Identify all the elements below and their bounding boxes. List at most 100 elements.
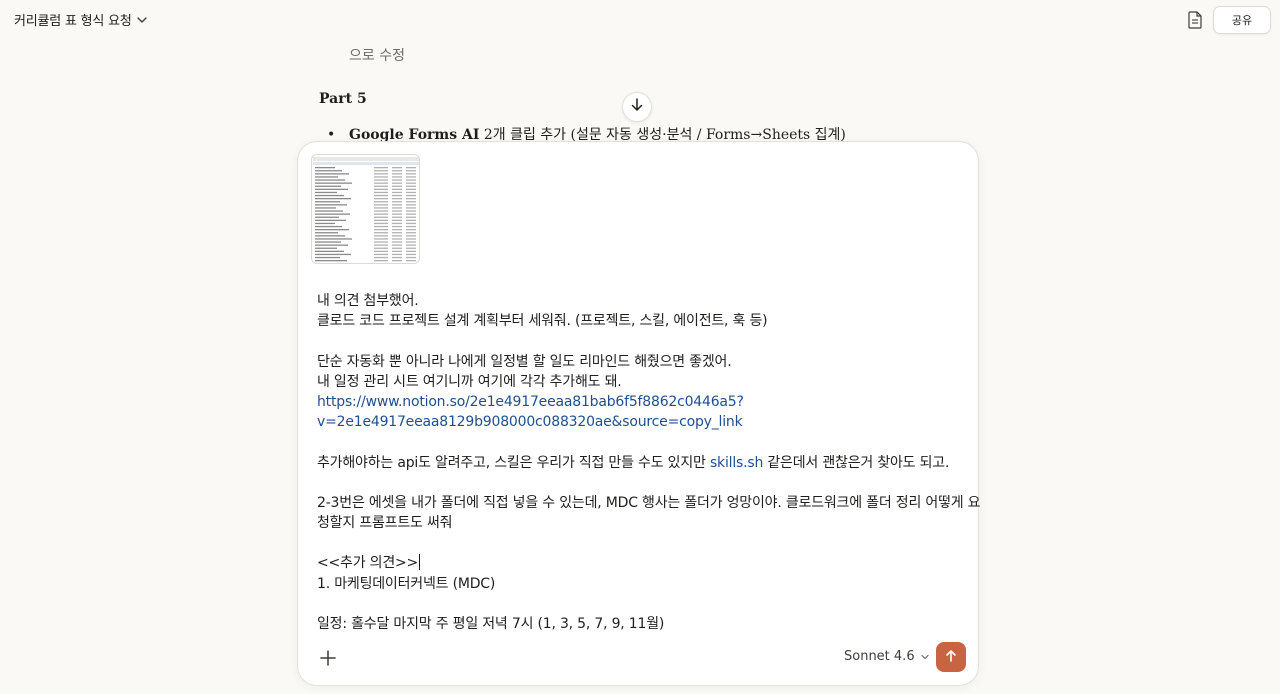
thumbnail-row-mark [406, 188, 416, 190]
scroll-to-bottom-button[interactable] [622, 92, 652, 122]
thumbnail-row-mark [406, 191, 416, 194]
message-line: 클로드 코드 프로젝트 설계 계획부터 세워줘. (프로젝트, 스킬, 에이전트… [317, 313, 768, 330]
thumbnail-row-mark [374, 173, 388, 175]
model-label: Sonnet 4.6 [844, 649, 915, 664]
thumbnail-row-mark [392, 198, 402, 200]
thumbnail-row-mark [315, 260, 347, 262]
thumbnail-row-mark [406, 250, 416, 252]
thumbnail-row-mark [374, 260, 388, 262]
thumbnail-row-mark [406, 213, 416, 215]
send-button[interactable] [936, 642, 966, 672]
thumbnail-row-mark [315, 213, 350, 215]
thumbnail-row-mark [374, 238, 388, 240]
thumbnail-row-mark [315, 232, 338, 234]
thumbnail-row-mark [392, 238, 402, 240]
thumbnail-row-mark [406, 182, 416, 184]
chevron-down-icon [920, 654, 929, 659]
thumbnail-row-mark [392, 201, 402, 203]
thumbnail-row-mark [406, 244, 416, 246]
thumbnail-row-mark [315, 191, 337, 194]
thumbnail-row-mark [406, 167, 416, 169]
thumbnail-row-mark [374, 225, 388, 228]
thumbnail-row-mark [374, 207, 388, 209]
thumbnail-row-mark [406, 173, 416, 175]
thumbnail-row-mark [315, 194, 344, 197]
thumbnail-row-mark [392, 182, 402, 184]
thumbnail-row-mark [406, 256, 416, 259]
model-selector[interactable]: Sonnet 4.6 [844, 649, 930, 664]
conversation-title[interactable]: 커리큘럼 표 형식 요청 [14, 10, 132, 29]
chevron-down-icon[interactable] [134, 12, 150, 28]
thumbnail-row-mark [392, 256, 402, 259]
thumbnail-row-mark [374, 191, 388, 194]
spreadsheet-thumbnail-icon [312, 155, 419, 263]
thumbnail-row-mark [374, 232, 388, 234]
document-icon[interactable] [1186, 10, 1204, 30]
thumbnail-row-mark [315, 182, 352, 184]
plus-icon[interactable] [318, 648, 338, 668]
thumbnail-row-mark [406, 247, 416, 249]
thumbnail-row-mark [315, 256, 340, 259]
thumbnail-row-mark [374, 256, 388, 259]
thumbnail-row-mark [406, 241, 416, 243]
top-bar: 커리큘럼 표 형식 요청 공유 [0, 0, 1280, 40]
message-input[interactable]: 내 의견 첨부했어. 클로드 코드 프로젝트 설계 계획부터 세워줘. (프로젝트… [317, 291, 981, 634]
thumbnail-row-mark [392, 219, 402, 221]
thumbnail-row-mark [315, 185, 341, 187]
thumbnail-row-mark [406, 210, 416, 212]
thumbnail-row-mark [315, 222, 335, 225]
share-button[interactable]: 공유 [1213, 6, 1271, 34]
thumbnail-row-mark [406, 170, 416, 172]
message-text-fragment: 으로 수정 [349, 48, 405, 64]
message-composer[interactable]: 내 의견 첨부했어. 클로드 코드 프로젝트 설계 계획부터 세워줘. (프로젝트… [297, 141, 981, 686]
thumbnail-row-mark [406, 219, 416, 221]
thumbnail-row-mark [374, 167, 388, 169]
thumbnail-row-mark [374, 210, 388, 212]
thumbnail-row-mark [406, 194, 416, 197]
thumbnail-row-mark [392, 179, 402, 181]
thumbnail-row-mark [406, 225, 416, 228]
thumbnail-row-mark [392, 253, 402, 256]
thumbnail-row-mark [374, 229, 388, 231]
thumbnail-row-mark [392, 173, 402, 175]
thumbnail-row-mark [374, 179, 388, 181]
thumbnail-row-mark [392, 188, 402, 190]
thumbnail-row-mark [374, 247, 388, 249]
thumbnail-row-mark [392, 244, 402, 246]
attachment-thumbnail[interactable] [311, 154, 420, 264]
thumbnail-row-mark [392, 241, 402, 243]
message-line: 1. 마케팅데이터커넥트 (MDC) [317, 575, 496, 592]
message-line: 단순 자동화 뿐 아니라 나에게 일정별 할 일도 리마인드 해줬으면 좋겠어. [317, 353, 732, 370]
thumbnail-row-mark [392, 210, 402, 212]
thumbnail-row-mark [406, 238, 416, 240]
message-link: https://www.notion.so/2e1e4917eeaa81bab6… [317, 393, 744, 410]
thumbnail-row-mark [374, 188, 388, 190]
thumbnail-row-mark [392, 247, 402, 249]
thumbnail-row-mark [315, 216, 339, 218]
thumbnail-row-mark [315, 253, 351, 256]
message-line: 내 일정 관리 시트 여기니까 여기에 각각 추가해도 돼. [317, 373, 622, 390]
thumbnail-row-mark [392, 176, 402, 178]
thumbnail-row-mark [392, 222, 402, 225]
thumbnail-row-mark [406, 260, 416, 262]
thumbnail-row-mark [315, 210, 343, 212]
thumbnail-row-mark [406, 222, 416, 225]
message-line: 일정: 홀수달 마지막 주 평일 저녁 7시 (1, 3, 5, 7, 9, 1… [317, 616, 665, 632]
message-line-text: 추가해야하는 api도 알려주고, 스킬은 우리가 직접 만들 수도 있지만 [317, 454, 710, 471]
arrow-down-icon [629, 97, 645, 117]
thumbnail-row-mark [374, 250, 388, 252]
thumbnail-row-mark [315, 229, 349, 231]
thumbnail-row-mark [392, 204, 402, 206]
thumbnail-row-mark [406, 253, 416, 256]
thumbnail-row-mark [392, 232, 402, 234]
thumbnail-row-mark [406, 179, 416, 181]
part-heading: Part 5 [319, 91, 367, 107]
thumbnail-row-mark [374, 201, 388, 203]
thumbnail-row-mark [315, 244, 348, 246]
message-link[interactable]: skills.sh [710, 455, 763, 471]
thumbnail-row-mark [315, 198, 351, 200]
thumbnail-row-mark [406, 204, 416, 206]
thumbnail-row-mark [374, 244, 388, 246]
thumbnail-row-mark [374, 204, 388, 206]
